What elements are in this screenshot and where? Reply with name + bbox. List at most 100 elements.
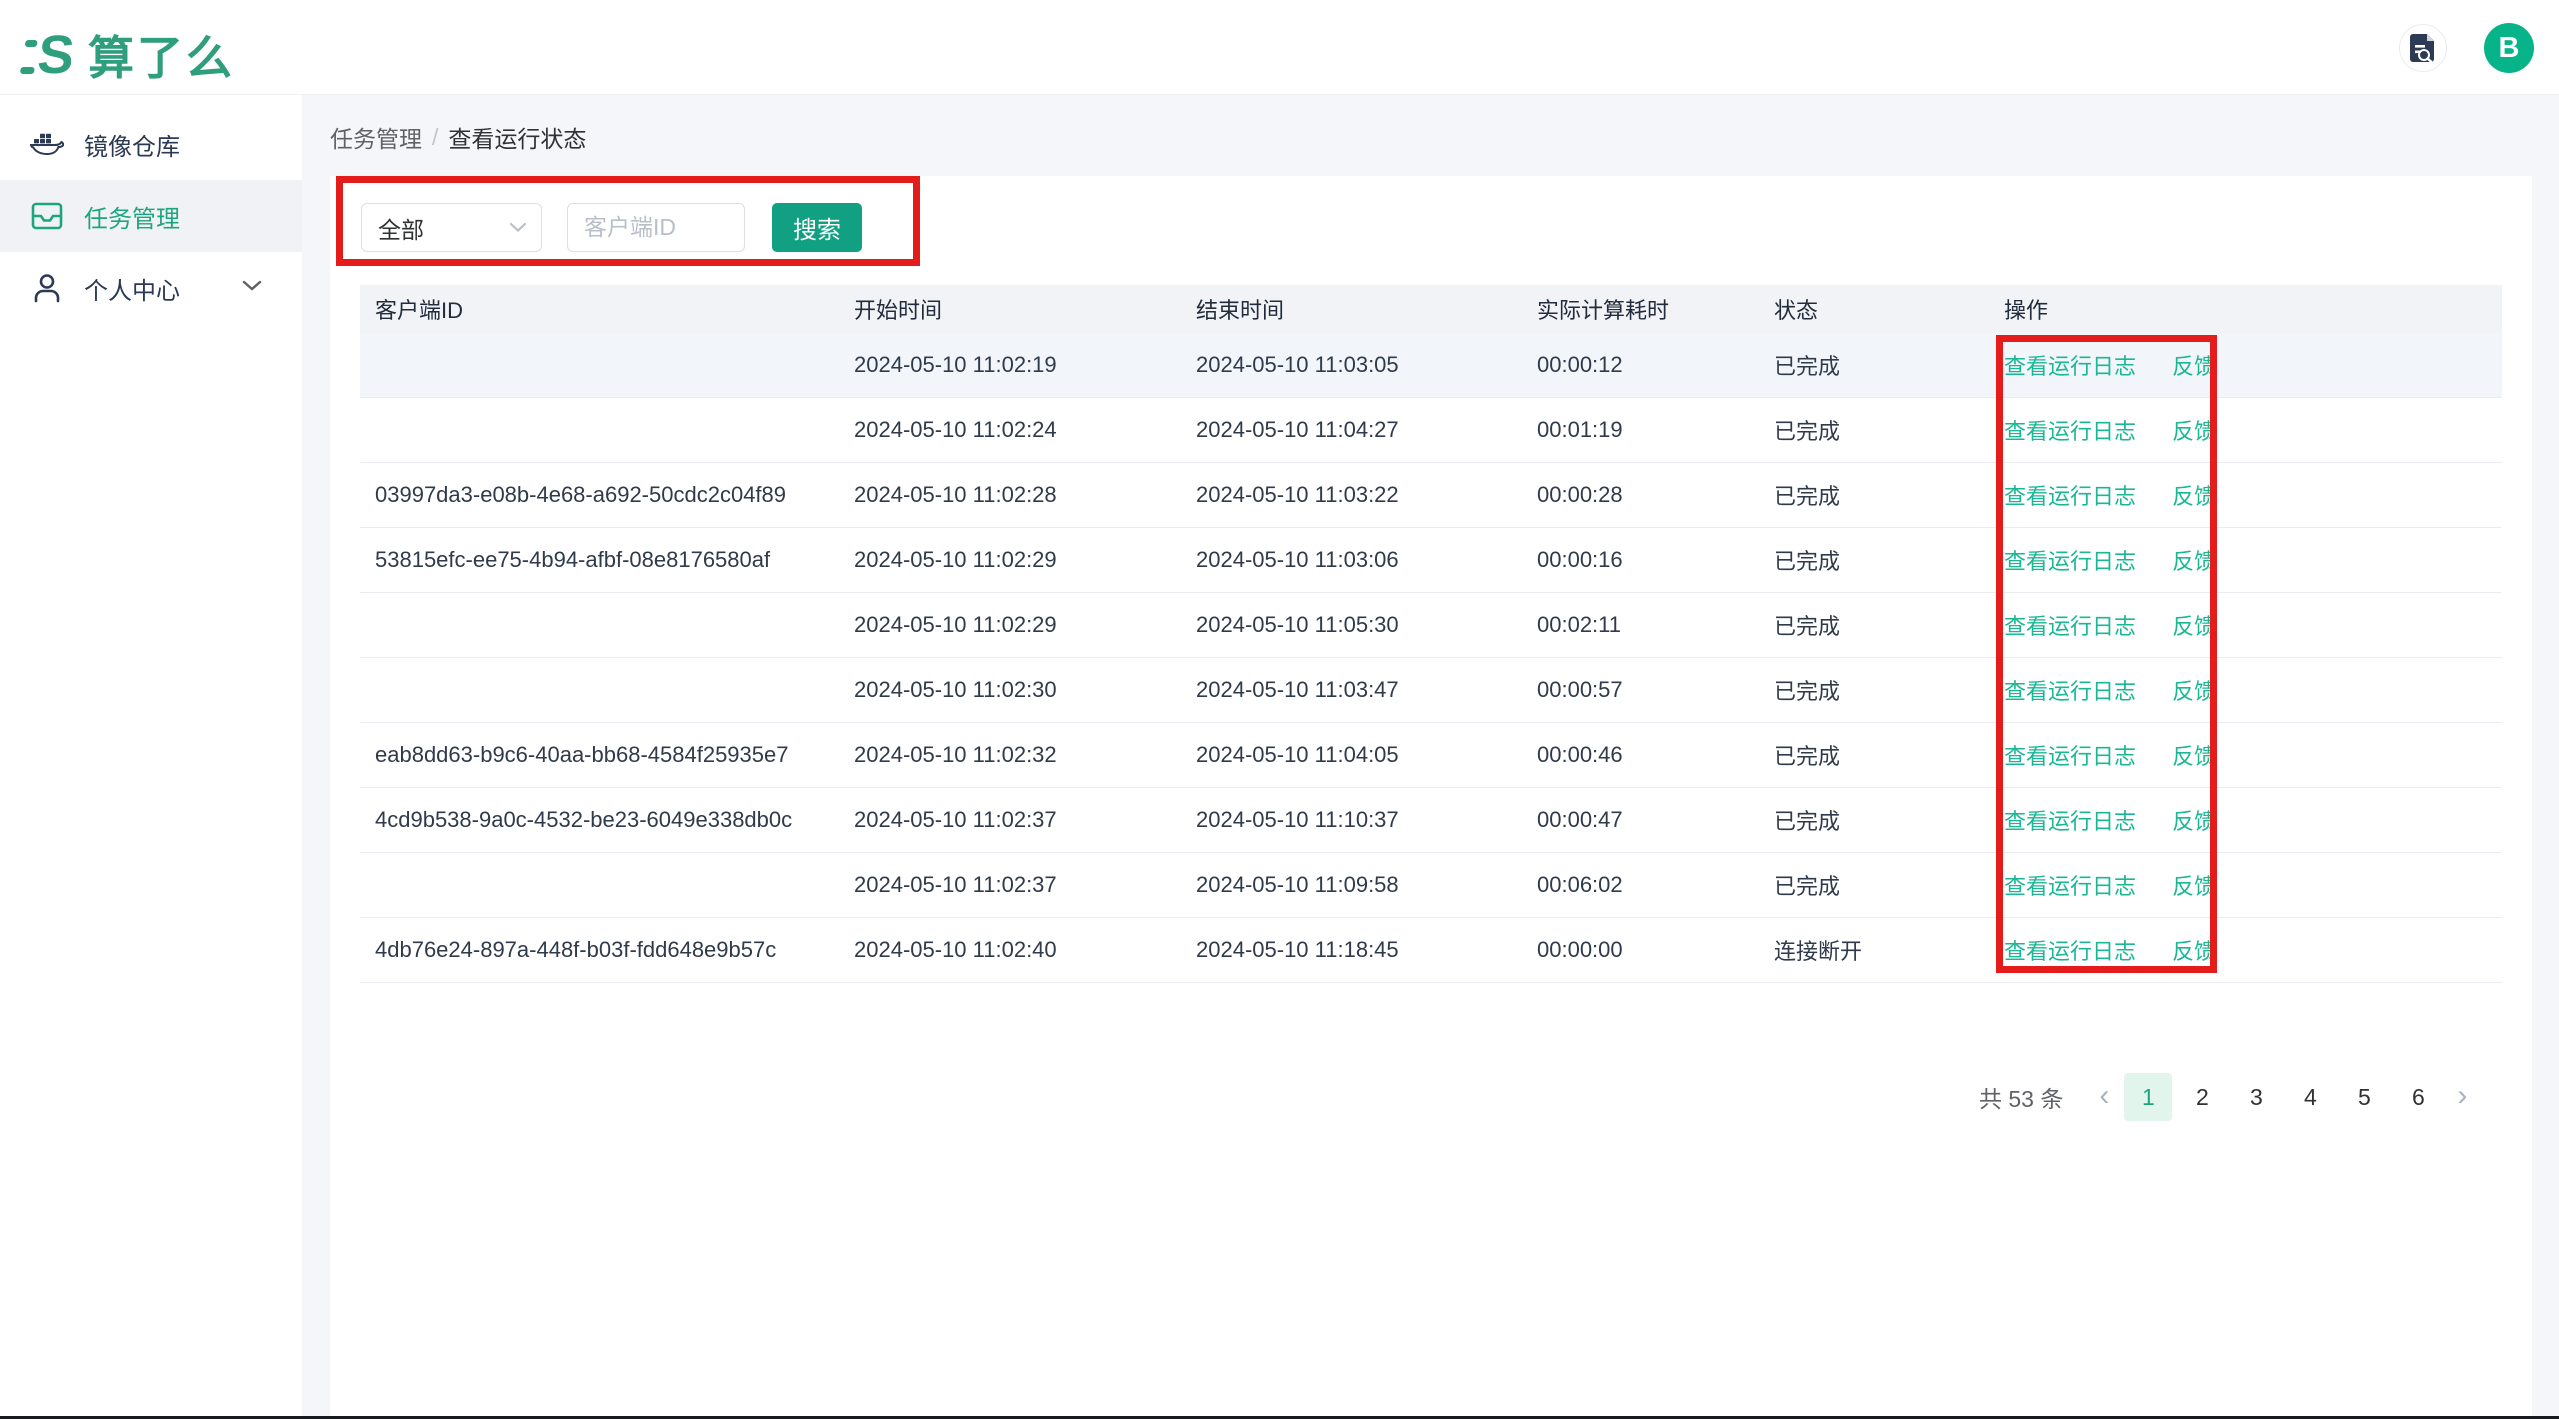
status-filter-select[interactable]: 全部 bbox=[361, 203, 542, 252]
feedback-link[interactable]: 反馈 bbox=[2172, 739, 2216, 771]
cell-client-id: eab8dd63-b9c6-40aa-bb68-4584f25935e7 bbox=[360, 742, 839, 768]
cell-actions: 查看运行日志 反馈 bbox=[1989, 414, 2502, 446]
cell-status: 已完成 bbox=[1759, 349, 1989, 381]
cell-actions: 查看运行日志 反馈 bbox=[1989, 804, 2502, 836]
cell-start-time: 2024-05-10 11:02:29 bbox=[839, 612, 1181, 638]
docker-icon bbox=[30, 129, 64, 159]
feedback-link[interactable]: 反馈 bbox=[2172, 349, 2216, 381]
table-row: 2024-05-10 11:02:29 2024-05-10 11:05:30 … bbox=[360, 593, 2502, 658]
view-run-log-link[interactable]: 查看运行日志 bbox=[2004, 934, 2136, 966]
cell-actions: 查看运行日志 反馈 bbox=[1989, 479, 2502, 511]
cell-client-id: 03997da3-e08b-4e68-a692-50cdc2c04f89 bbox=[360, 482, 839, 508]
view-run-log-link[interactable]: 查看运行日志 bbox=[2004, 414, 2136, 446]
cell-duration: 00:00:28 bbox=[1522, 482, 1759, 508]
sidebar-item-image-repo[interactable]: 镜像仓库 bbox=[0, 108, 302, 180]
table-row: 2024-05-10 11:02:19 2024-05-10 11:03:05 … bbox=[360, 333, 2502, 398]
user-avatar[interactable]: B bbox=[2484, 23, 2534, 73]
feedback-link[interactable]: 反馈 bbox=[2172, 609, 2216, 641]
pagination: 共 53 条 ‹ 123456 › bbox=[1979, 1073, 2479, 1121]
pagination-page-3[interactable]: 3 bbox=[2232, 1073, 2280, 1121]
pagination-next-icon[interactable]: › bbox=[2445, 1073, 2479, 1121]
cell-status: 已完成 bbox=[1759, 739, 1989, 771]
sidebar-item-label: 个人中心 bbox=[84, 271, 180, 306]
feedback-link[interactable]: 反馈 bbox=[2172, 414, 2216, 446]
cell-start-time: 2024-05-10 11:02:30 bbox=[839, 677, 1181, 703]
cell-status: 已完成 bbox=[1759, 674, 1989, 706]
user-icon bbox=[30, 273, 64, 303]
cell-start-time: 2024-05-10 11:02:29 bbox=[839, 547, 1181, 573]
feedback-link[interactable]: 反馈 bbox=[2172, 544, 2216, 576]
table-row: 2024-05-10 11:02:37 2024-05-10 11:09:58 … bbox=[360, 853, 2502, 918]
cell-actions: 查看运行日志 反馈 bbox=[1989, 349, 2502, 381]
feedback-link[interactable]: 反馈 bbox=[2172, 934, 2216, 966]
table-row: 03997da3-e08b-4e68-a692-50cdc2c04f89 202… bbox=[360, 463, 2502, 528]
cell-end-time: 2024-05-10 11:09:58 bbox=[1181, 872, 1522, 898]
cell-status: 已完成 bbox=[1759, 609, 1989, 641]
cell-duration: 00:06:02 bbox=[1522, 872, 1759, 898]
sidebar-nav: 镜像仓库 任务管理 个人中心 bbox=[0, 95, 302, 1419]
cell-client-id: 4cd9b538-9a0c-4532-be23-6049e338db0c bbox=[360, 807, 839, 833]
feedback-link[interactable]: 反馈 bbox=[2172, 869, 2216, 901]
document-search-icon bbox=[2410, 33, 2437, 63]
cell-start-time: 2024-05-10 11:02:40 bbox=[839, 937, 1181, 963]
table-row: 2024-05-10 11:02:24 2024-05-10 11:04:27 … bbox=[360, 398, 2502, 463]
table-body: 2024-05-10 11:02:19 2024-05-10 11:03:05 … bbox=[360, 333, 2502, 983]
table-row: 53815efc-ee75-4b94-afbf-08e8176580af 202… bbox=[360, 528, 2502, 593]
cell-duration: 00:00:16 bbox=[1522, 547, 1759, 573]
cell-end-time: 2024-05-10 11:03:05 bbox=[1181, 352, 1522, 378]
sidebar-item-user-center[interactable]: 个人中心 bbox=[0, 252, 302, 324]
pagination-page-5[interactable]: 5 bbox=[2340, 1073, 2388, 1121]
breadcrumb-task-manage[interactable]: 任务管理 bbox=[330, 120, 422, 154]
cell-end-time: 2024-05-10 11:03:22 bbox=[1181, 482, 1522, 508]
cell-status: 已完成 bbox=[1759, 414, 1989, 446]
view-run-log-link[interactable]: 查看运行日志 bbox=[2004, 544, 2136, 576]
sidebar-item-task-manage[interactable]: 任务管理 bbox=[0, 180, 302, 252]
search-button[interactable]: 搜索 bbox=[772, 203, 862, 252]
feedback-link[interactable]: 反馈 bbox=[2172, 804, 2216, 836]
logo-s-icon: S bbox=[35, 30, 76, 80]
sidebar-item-label: 镜像仓库 bbox=[84, 127, 180, 162]
feedback-link[interactable]: 反馈 bbox=[2172, 479, 2216, 511]
audit-log-button[interactable] bbox=[2399, 24, 2447, 72]
breadcrumb-current-page: 查看运行状态 bbox=[448, 120, 586, 154]
pagination-page-1[interactable]: 1 bbox=[2124, 1073, 2172, 1121]
cell-duration: 00:01:19 bbox=[1522, 417, 1759, 443]
view-run-log-link[interactable]: 查看运行日志 bbox=[2004, 804, 2136, 836]
cell-client-id: 53815efc-ee75-4b94-afbf-08e8176580af bbox=[360, 547, 839, 573]
cell-actions: 查看运行日志 反馈 bbox=[1989, 934, 2502, 966]
view-run-log-link[interactable]: 查看运行日志 bbox=[2004, 479, 2136, 511]
cell-end-time: 2024-05-10 11:10:37 bbox=[1181, 807, 1522, 833]
cell-actions: 查看运行日志 反馈 bbox=[1989, 674, 2502, 706]
table-row: 2024-05-10 11:02:30 2024-05-10 11:03:47 … bbox=[360, 658, 2502, 723]
logo-text: 算了么 bbox=[88, 22, 235, 88]
view-run-log-link[interactable]: 查看运行日志 bbox=[2004, 674, 2136, 706]
cell-duration: 00:00:00 bbox=[1522, 937, 1759, 963]
view-run-log-link[interactable]: 查看运行日志 bbox=[2004, 609, 2136, 641]
cell-status: 连接断开 bbox=[1759, 934, 1989, 966]
view-run-log-link[interactable]: 查看运行日志 bbox=[2004, 869, 2136, 901]
cell-actions: 查看运行日志 反馈 bbox=[1989, 609, 2502, 641]
cell-client-id: 4db76e24-897a-448f-b03f-fdd648e9b57c bbox=[360, 937, 839, 963]
cell-actions: 查看运行日志 反馈 bbox=[1989, 544, 2502, 576]
col-header-status: 状态 bbox=[1759, 293, 1989, 325]
cell-status: 已完成 bbox=[1759, 804, 1989, 836]
pagination-prev-icon[interactable]: ‹ bbox=[2087, 1073, 2121, 1121]
col-header-actions: 操作 bbox=[1989, 293, 2502, 325]
cell-end-time: 2024-05-10 11:05:30 bbox=[1181, 612, 1522, 638]
cell-start-time: 2024-05-10 11:02:37 bbox=[839, 872, 1181, 898]
task-manage-icon bbox=[30, 201, 64, 231]
pagination-page-6[interactable]: 6 bbox=[2394, 1073, 2442, 1121]
cell-actions: 查看运行日志 反馈 bbox=[1989, 869, 2502, 901]
cell-actions: 查看运行日志 反馈 bbox=[1989, 739, 2502, 771]
view-run-log-link[interactable]: 查看运行日志 bbox=[2004, 349, 2136, 381]
feedback-link[interactable]: 反馈 bbox=[2172, 674, 2216, 706]
client-id-input[interactable] bbox=[567, 203, 745, 252]
chevron-down-icon bbox=[242, 280, 262, 292]
pagination-page-4[interactable]: 4 bbox=[2286, 1073, 2334, 1121]
view-run-log-link[interactable]: 查看运行日志 bbox=[2004, 739, 2136, 771]
cell-status: 已完成 bbox=[1759, 869, 1989, 901]
cell-end-time: 2024-05-10 11:03:06 bbox=[1181, 547, 1522, 573]
cell-status: 已完成 bbox=[1759, 479, 1989, 511]
pagination-page-2[interactable]: 2 bbox=[2178, 1073, 2226, 1121]
table-row: 4db76e24-897a-448f-b03f-fdd648e9b57c 202… bbox=[360, 918, 2502, 983]
